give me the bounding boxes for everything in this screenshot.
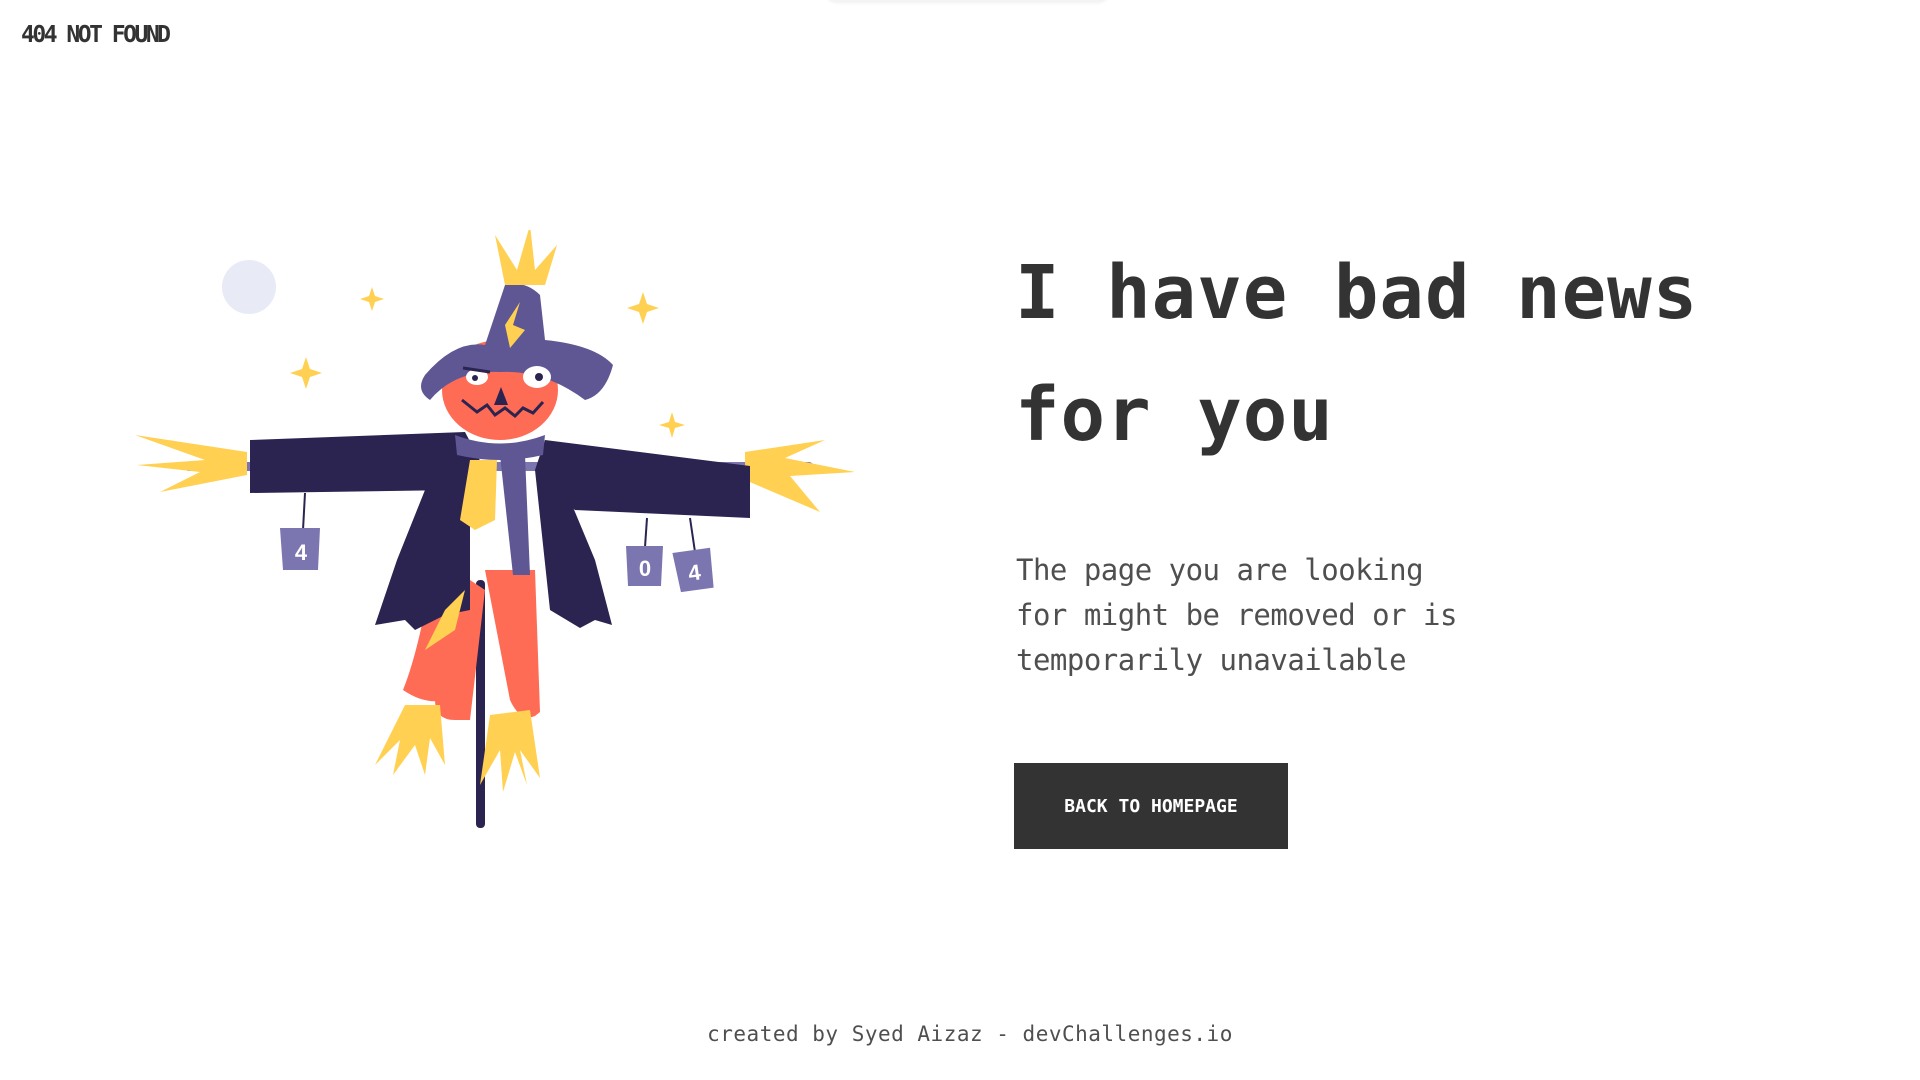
message-line-1: The page you are looking xyxy=(1016,553,1424,587)
svg-text:0: 0 xyxy=(639,556,651,581)
back-to-homepage-button[interactable]: BACK TO HOMEPAGE xyxy=(1014,763,1288,849)
headline-line-1: I have bad news xyxy=(1015,250,1699,336)
message-line-2: for might be removed or is xyxy=(1016,598,1457,632)
footer-credit: created by Syed Aizaz - devChallenges.io xyxy=(707,1022,1233,1046)
headline-line-2: for you xyxy=(1015,372,1334,458)
sparkle-icon xyxy=(290,357,322,389)
sparkle-icon xyxy=(627,292,659,324)
sparkle-icon xyxy=(659,412,685,438)
moon-icon xyxy=(222,260,276,314)
sparkle-icon xyxy=(360,287,384,311)
scarecrow-illustration: 4 0 4 xyxy=(125,225,865,850)
can-4-right-icon: 4 xyxy=(672,547,714,593)
can-0-icon: 0 xyxy=(626,546,663,586)
browser-top-tab xyxy=(825,0,1110,2)
page-headline: I have bad news for you xyxy=(1015,232,1775,476)
message-line-3: temporarily unavailable xyxy=(1016,643,1407,677)
can-4-left-icon: 4 xyxy=(280,528,320,570)
svg-text:4: 4 xyxy=(295,540,308,565)
error-message: The page you are looking for might be re… xyxy=(1016,548,1576,683)
site-logo[interactable]: 404 NOT FOUND xyxy=(21,22,171,48)
